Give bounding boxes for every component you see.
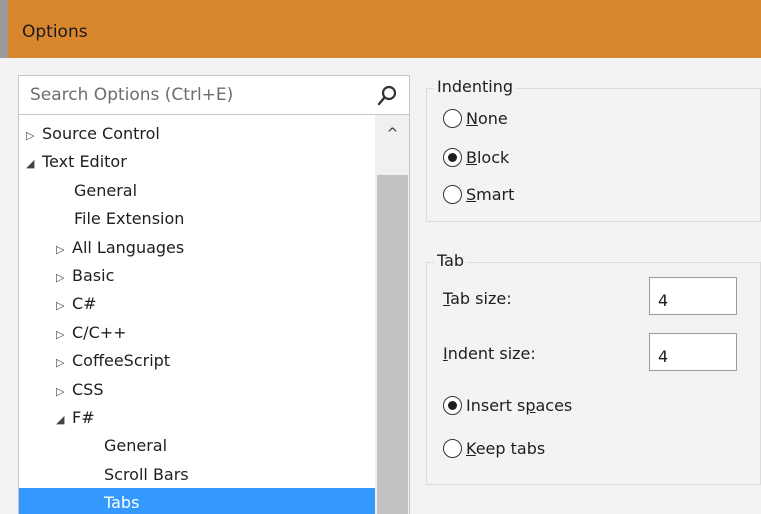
insert-spaces-text-a: Insert s — [466, 396, 526, 415]
keep-tabs-mnemonic: K — [466, 439, 476, 458]
tree-scrollbar[interactable]: ^ — [375, 115, 409, 514]
radio-none-indicator[interactable] — [443, 109, 462, 128]
chevron-right-icon[interactable]: ▷ — [56, 348, 70, 377]
radio-none-label: one — [477, 109, 508, 128]
tree-item[interactable]: ▷ C/C++ — [19, 318, 375, 347]
radio-insert-spaces-indicator[interactable] — [443, 396, 462, 415]
search-box[interactable] — [18, 75, 410, 115]
tree-item-label: Basic — [72, 266, 115, 285]
window-title: Options — [22, 22, 88, 42]
indenting-legend: Indenting — [434, 77, 517, 96]
chevron-right-icon[interactable]: ▷ — [26, 121, 40, 150]
chevron-up-icon[interactable]: ^ — [375, 123, 409, 145]
tab-size-text: ab size: — [450, 289, 512, 308]
radio-block-label: lock — [476, 148, 510, 167]
indenting-smart-radio[interactable]: Smart — [443, 182, 514, 208]
tree-item[interactable]: ◢ Text Editor — [19, 147, 375, 176]
options-tree[interactable]: ▷ Source Control ◢ Text Editor General File E… — [18, 115, 410, 514]
radio-smart-indicator[interactable] — [443, 185, 462, 204]
tree-item-label: C/C++ — [72, 322, 127, 342]
tree-item-label: F# — [72, 408, 95, 427]
tree-item-label: All Languages — [72, 237, 185, 257]
keep-tabs-text: eep tabs — [475, 439, 546, 458]
tree-item-label: Text Editor — [42, 152, 127, 172]
radio-none-mnemonic: N — [466, 109, 478, 128]
chevron-right-icon[interactable]: ▷ — [56, 377, 70, 406]
tree-item[interactable]: General — [19, 431, 375, 460]
tab-group: Tab Tab size: Indent size: Insert spaces… — [426, 251, 761, 485]
tree-item-label: General — [74, 180, 138, 200]
insert-spaces-mnemonic: p — [525, 396, 536, 415]
radio-block-mnemonic: B — [466, 148, 477, 167]
tree-item[interactable]: Tabs — [19, 488, 375, 514]
tree-item[interactable]: ▷ Basic — [19, 261, 375, 290]
indenting-block-radio[interactable]: Block — [443, 145, 509, 171]
chevron-right-icon[interactable]: ▷ — [56, 320, 70, 349]
indent-size-label: Indent size: — [443, 344, 536, 363]
keep-tabs-radio[interactable]: Keep tabs — [443, 436, 545, 462]
tree-item[interactable]: ◢ F# — [19, 403, 375, 432]
title-bar: Options — [0, 0, 761, 58]
scrollbar-thumb[interactable] — [377, 175, 408, 514]
radio-smart-label: mart — [476, 185, 515, 204]
tree-item[interactable]: ▷ C# — [19, 289, 375, 318]
chevron-right-icon[interactable]: ▷ — [56, 235, 70, 264]
indenting-group: Indenting None Block Smart — [426, 77, 761, 222]
tree-item-label: CoffeeScript — [72, 351, 171, 371]
tree-item[interactable]: ▷ Source Control — [19, 119, 375, 148]
search-input[interactable] — [19, 76, 369, 114]
tree-item-label: File Extension — [74, 209, 185, 229]
tree-item-label: Source Control — [42, 124, 160, 143]
search-icon[interactable] — [377, 85, 397, 107]
tree-item-label: General — [104, 436, 168, 456]
radio-block-indicator[interactable] — [443, 148, 462, 167]
tree-item-label: C# — [72, 294, 97, 314]
chevron-right-icon[interactable]: ▷ — [56, 263, 70, 292]
indent-size-text: ndent size: — [447, 344, 536, 363]
tree-item[interactable]: File Extension — [19, 204, 375, 233]
tree-item[interactable]: General — [19, 176, 375, 205]
tab-size-label: Tab size: — [443, 289, 512, 308]
tree-item[interactable]: ▷ All Languages — [19, 233, 375, 262]
tree-item-label: Scroll Bars — [104, 464, 189, 484]
insert-spaces-text-b: aces — [535, 396, 573, 415]
chevron-down-icon[interactable]: ◢ — [26, 149, 40, 178]
indenting-none-radio[interactable]: None — [443, 106, 508, 132]
chevron-down-icon[interactable]: ◢ — [56, 405, 70, 434]
insert-spaces-radio[interactable]: Insert spaces — [443, 393, 572, 419]
tab-size-input[interactable] — [649, 277, 737, 315]
tree-item[interactable]: ▷ CoffeeScript — [19, 346, 375, 375]
tab-legend: Tab — [434, 251, 468, 270]
indent-size-input[interactable] — [649, 333, 737, 371]
tree-item-label: CSS — [72, 379, 104, 399]
tree-item-label: Tabs — [104, 493, 140, 513]
tree-item[interactable]: ▷ CSS — [19, 375, 375, 404]
radio-smart-mnemonic: S — [466, 185, 477, 204]
radio-keep-tabs-indicator[interactable] — [443, 439, 462, 458]
chevron-right-icon[interactable]: ▷ — [56, 291, 70, 320]
tree-item[interactable]: Scroll Bars — [19, 460, 375, 489]
